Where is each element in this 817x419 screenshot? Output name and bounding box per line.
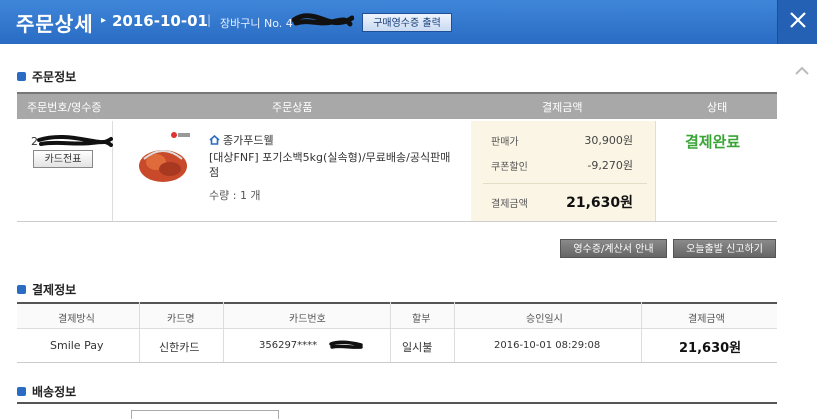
section-bullet-icon: [17, 285, 26, 294]
col-card-name: 카드명: [167, 314, 195, 325]
redaction-mark: [292, 13, 354, 27]
receipt-tax-guide-button[interactable]: 영수증/계산서 안내: [560, 239, 667, 258]
status-badge: 결제완료: [685, 133, 741, 151]
close-button[interactable]: [777, 0, 817, 44]
cart-number: 장바구니 No. 4: [220, 17, 293, 30]
popup-header: 주문상세 ▸ 2016-10-01 | 장바구니 No. 4 구매영수증 출력: [0, 0, 817, 44]
order-info-heading: 주문정보: [17, 68, 76, 85]
col-payment-method: 결제방식: [58, 314, 95, 325]
approved-at: 2016-10-01 08:29:08: [494, 340, 601, 351]
home-icon: [209, 134, 220, 145]
order-date: 2016-10-01: [112, 12, 208, 30]
close-icon: [790, 12, 806, 28]
order-row: 2 카드전표 종가푸드웰 [대상FNF] 포기소백5kg(실속형)/무료배송/공…: [17, 121, 777, 222]
payment-row: Smile Pay 신한카드 356297**** 일시불 2016-10-01…: [17, 329, 777, 363]
arrow-icon: ▸: [101, 15, 107, 26]
col-amount: 결제금액: [542, 101, 583, 114]
redaction-mark: [329, 340, 363, 349]
installment: 일시불: [402, 341, 433, 354]
svg-text:2: 2: [31, 135, 38, 148]
col-order-number: 주문번호/영수증: [27, 101, 102, 114]
divider: [655, 121, 656, 221]
seller-link[interactable]: 종가푸드웰: [209, 132, 274, 148]
popup-title: 주문상세: [16, 12, 94, 36]
scroll-up-icon[interactable]: [795, 66, 809, 76]
payment-method: Smile Pay: [50, 339, 104, 352]
total-label: 결제금액: [491, 199, 528, 210]
order-table-header: 주문번호/영수증 주문상품 결제금액 상태: [17, 92, 777, 119]
delivery-info-title: 배송정보: [32, 385, 77, 399]
order-info-title: 주문정보: [32, 70, 77, 84]
col-installment: 할부: [412, 314, 431, 325]
col-card-number: 카드번호: [289, 314, 326, 325]
payment-table-header: 결제방식 카드명 카드번호 할부 승인일시 결제금액: [17, 302, 777, 329]
header-separator: |: [207, 13, 212, 27]
divider: [483, 183, 647, 184]
coupon-label: 쿠폰할인: [491, 162, 528, 173]
col-payment-amount: 결제금액: [688, 314, 725, 325]
total-amount: 21,630원: [566, 195, 633, 211]
col-product: 주문상품: [272, 101, 313, 114]
product-name[interactable]: [대상FNF] 포기소백5kg(실속형)/무료배송/공식판매점: [209, 150, 459, 180]
section-bullet-icon: [17, 72, 26, 81]
col-approved-at: 승인일시: [526, 314, 563, 325]
payment-info-heading: 결제정보: [17, 281, 76, 298]
redaction-mark: 2: [31, 135, 113, 148]
card-slip-button[interactable]: 카드전표: [33, 150, 93, 168]
section-bullet-icon: [17, 387, 26, 396]
sale-price-label: 판매가: [491, 137, 519, 148]
sale-price: 30,900원: [584, 134, 633, 147]
divider: [17, 402, 777, 404]
print-receipt-button[interactable]: 구매영수증 출력: [362, 13, 452, 32]
delivery-info-heading: 배송정보: [17, 383, 76, 400]
payment-info-title: 결제정보: [32, 283, 77, 297]
card-name: 신한카드: [159, 341, 200, 354]
card-number: 356297****: [259, 340, 318, 351]
product-image[interactable]: [134, 129, 192, 187]
coupon-discount: -9,270원: [587, 159, 633, 172]
seller-name: 종가푸드웰: [223, 134, 274, 147]
col-status: 상태: [707, 101, 728, 114]
payment-summary: 판매가 30,900원 쿠폰할인 -9,270원 결제금액 21,630원: [471, 121, 655, 221]
quantity: 수량 : 1 개: [209, 189, 261, 202]
report-today-shipping-button[interactable]: 오늘출발 신고하기: [673, 239, 776, 258]
payment-amount: 21,630원: [679, 341, 742, 356]
